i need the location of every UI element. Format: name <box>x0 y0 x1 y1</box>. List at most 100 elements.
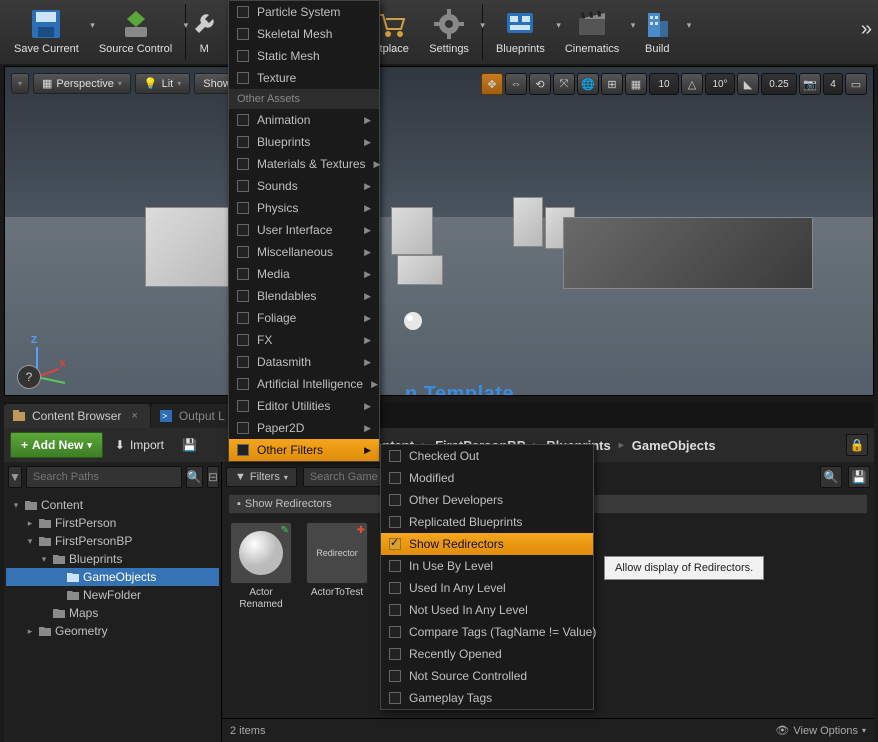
build-button[interactable]: Build ▾ <box>629 2 685 59</box>
disclosure-icon[interactable]: ▾ <box>11 500 21 511</box>
tree-row-blueprints[interactable]: ▾Blueprints <box>6 550 219 568</box>
menu-item[interactable]: Not Source Controlled <box>381 665 593 687</box>
menu-item[interactable]: Blendables▶ <box>229 285 379 307</box>
scale-snap-value[interactable]: 0.25 <box>761 73 797 95</box>
coord-space-button[interactable]: 🌐 <box>577 73 599 95</box>
menu-item[interactable]: Physics▶ <box>229 197 379 219</box>
search-paths-input[interactable] <box>26 466 182 488</box>
menu-item[interactable]: Modified <box>381 467 593 489</box>
close-icon[interactable]: × <box>131 410 137 422</box>
save-button[interactable]: Save Current ▾ <box>4 2 89 59</box>
breadcrumb-item[interactable]: GameObjects <box>632 438 716 453</box>
menu-item[interactable]: Miscellaneous▶ <box>229 241 379 263</box>
chevron-down-icon[interactable]: ▾ <box>687 20 692 31</box>
menu-item-other-filters[interactable]: Other Filters▶ <box>229 439 379 461</box>
menu-item[interactable]: Media▶ <box>229 263 379 285</box>
disclosure-icon[interactable]: ▸ <box>25 518 35 529</box>
filter-icon[interactable]: ▼ <box>8 466 22 488</box>
chevron-right-icon: ▶ <box>364 423 371 434</box>
disclosure-icon[interactable]: ▾ <box>25 536 35 547</box>
menu-item[interactable]: Used In Any Level <box>381 577 593 599</box>
viewport-help-button[interactable]: ? <box>17 365 41 389</box>
save-icon[interactable]: 💾 <box>848 466 870 488</box>
menu-item[interactable]: Show Redirectors <box>381 533 593 555</box>
menu-item[interactable]: Editor Utilities▶ <box>229 395 379 417</box>
menu-item[interactable]: Static Mesh <box>229 45 379 67</box>
menu-item[interactable]: User Interface▶ <box>229 219 379 241</box>
menu-item[interactable]: Materials & Textures▶ <box>229 153 379 175</box>
settings-button[interactable]: Settings ▾ <box>419 2 479 59</box>
blueprints-button[interactable]: Blueprints ▾ <box>486 2 555 59</box>
editor-viewport[interactable]: n Template ▾ ▦Perspective▾ 💡Lit▾ Show▾ ✥… <box>4 66 874 396</box>
tree-row-firstperson[interactable]: ▸FirstPerson <box>6 514 219 532</box>
overflow-icon[interactable]: » <box>861 18 872 41</box>
asset-item[interactable]: Redirector✚ActorToTest <box>304 522 370 611</box>
tree-row-gameobjects[interactable]: GameObjects <box>6 568 219 586</box>
search-icon[interactable]: 🔍 <box>820 466 842 488</box>
bulb-icon: 💡 <box>144 77 158 90</box>
angle-snap-button[interactable]: △ <box>681 73 703 95</box>
menu-item[interactable]: In Use By Level <box>381 555 593 577</box>
add-new-button[interactable]: +Add New▾ <box>10 432 103 458</box>
disclosure-icon[interactable]: ▾ <box>39 554 49 565</box>
scale-mode-button[interactable]: ⤧ <box>553 73 575 95</box>
tree-row-maps[interactable]: Maps <box>6 604 219 622</box>
tree-row-newfolder[interactable]: NewFolder <box>6 586 219 604</box>
menu-item[interactable]: Blueprints▶ <box>229 131 379 153</box>
menu-item[interactable]: Sounds▶ <box>229 175 379 197</box>
import-button[interactable]: ⬇Import <box>109 434 170 456</box>
menu-item[interactable]: Gameplay Tags <box>381 687 593 709</box>
perspective-button[interactable]: ▦Perspective▾ <box>33 73 131 94</box>
menu-item[interactable]: Datasmith▶ <box>229 351 379 373</box>
menu-item[interactable]: Texture <box>229 67 379 89</box>
source-control-button[interactable]: Source Control ▾ <box>89 2 182 59</box>
menu-item[interactable]: Animation▶ <box>229 109 379 131</box>
other-filters-submenu: Checked OutModifiedOther DevelopersRepli… <box>380 444 594 710</box>
menu-item[interactable]: Artificial Intelligence▶ <box>229 373 379 395</box>
rotate-mode-button[interactable]: ⟲ <box>529 73 551 95</box>
tree-row-content[interactable]: ▾Content <box>6 496 219 514</box>
surface-snap-button[interactable]: ⊞ <box>601 73 623 95</box>
save-all-button[interactable]: 💾 <box>176 434 203 456</box>
disclosure-icon[interactable]: ▸ <box>25 626 35 637</box>
scale-snap-button[interactable]: ◣ <box>737 73 759 95</box>
viewport-options-button[interactable]: ▾ <box>11 73 29 94</box>
menu-item[interactable]: Foliage▶ <box>229 307 379 329</box>
checkbox-icon <box>237 312 249 324</box>
menu-item[interactable]: Checked Out <box>381 445 593 467</box>
select-mode-button[interactable]: ✥ <box>481 73 503 95</box>
chevron-down-icon[interactable]: ▾ <box>480 20 485 31</box>
tab-content-browser[interactable]: Content Browser× <box>4 404 150 428</box>
asset-item[interactable]: ✎Actor Renamed <box>228 522 294 611</box>
asset-thumbnail: Redirector✚ <box>306 522 368 584</box>
grid-snap-button[interactable]: ▦ <box>625 73 647 95</box>
grid-snap-value[interactable]: 10 <box>649 73 679 95</box>
menu-item[interactable]: Compare Tags (TagName != Value) <box>381 621 593 643</box>
menu-item[interactable]: Recently Opened <box>381 643 593 665</box>
view-options-button[interactable]: 👁View Options▾ <box>775 724 866 737</box>
tooltip: Allow display of Redirectors. <box>604 556 764 580</box>
menu-item[interactable]: Not Used In Any Level <box>381 599 593 621</box>
menu-item[interactable]: FX▶ <box>229 329 379 351</box>
lock-icon[interactable]: 🔒 <box>846 434 868 456</box>
lit-button[interactable]: 💡Lit▾ <box>135 73 190 94</box>
camera-speed-value[interactable]: 4 <box>823 73 843 95</box>
expand-icon[interactable]: ⊟ <box>207 466 219 488</box>
asset-thumbnail: ✎ <box>230 522 292 584</box>
tree-row-firstpersonbp[interactable]: ▾FirstPersonBP <box>6 532 219 550</box>
search-icon[interactable]: 🔍 <box>186 466 203 488</box>
tab-output-log[interactable]: > Output L <box>151 404 237 428</box>
maximize-viewport-button[interactable]: ▭ <box>845 73 867 95</box>
modes-button[interactable]: M <box>189 2 219 59</box>
menu-item[interactable]: Replicated Blueprints <box>381 511 593 533</box>
cinematics-button[interactable]: Cinematics ▾ <box>555 2 629 59</box>
menu-item[interactable]: Skeletal Mesh <box>229 23 379 45</box>
angle-snap-value[interactable]: 10° <box>705 73 735 95</box>
filters-button[interactable]: ▼Filters▾ <box>226 467 297 487</box>
translate-mode-button[interactable]: ⇔ <box>505 73 527 95</box>
camera-speed-button[interactable]: 📷 <box>799 73 821 95</box>
menu-item[interactable]: Paper2D▶ <box>229 417 379 439</box>
menu-item[interactable]: Particle System <box>229 1 379 23</box>
menu-item[interactable]: Other Developers <box>381 489 593 511</box>
tree-row-geometry[interactable]: ▸Geometry <box>6 622 219 640</box>
